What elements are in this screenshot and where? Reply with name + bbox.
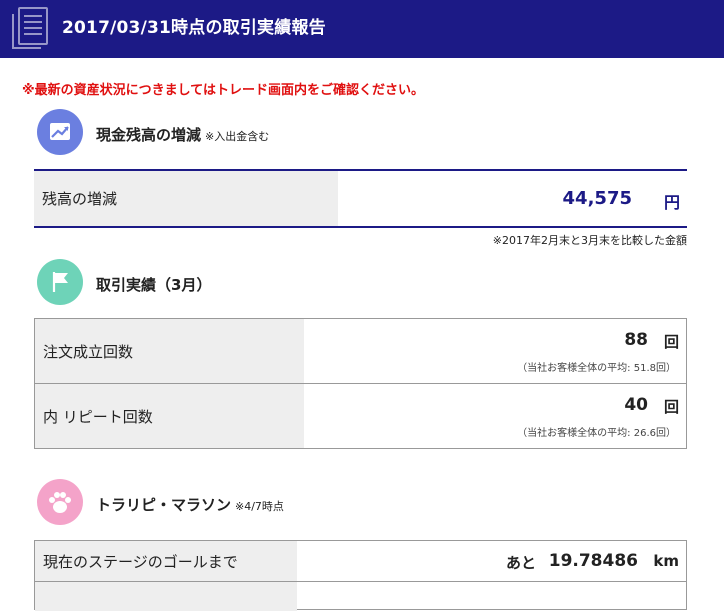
marathon-prefix: あと xyxy=(505,554,536,572)
trades-row-value: 40 xyxy=(624,395,648,415)
cash-table: 残高の増減 44,575 円 xyxy=(34,169,687,228)
cash-section-title: 現金残高の増減 ※入出金含む xyxy=(96,124,269,145)
marathon-row-label: 現在のステージのゴールまで xyxy=(35,541,297,581)
trades-row-value: 88 xyxy=(624,330,648,350)
trades-row-unit: 回 xyxy=(663,398,679,416)
trades-row-label: 注文成立回数 xyxy=(35,319,304,383)
trades-row-label: 内 リピート回数 xyxy=(35,384,304,448)
table-row: 現在のステージのゴールまで あと 19.78486 km xyxy=(35,541,686,582)
cash-title: 現金残高の増減 xyxy=(96,126,202,144)
marathon-title: トラリピ・マラソン xyxy=(96,496,232,514)
report-header: 2017/03/31時点の取引実績報告 xyxy=(0,0,724,58)
notice-text: ※最新の資産状況につきましてはトレード画面内をご確認ください。 xyxy=(22,83,424,98)
cash-note: ※入出金含む xyxy=(205,130,270,143)
cash-footnote: ※2017年2月末と3月末を比較した金額 xyxy=(492,234,687,247)
chart-trend-icon xyxy=(37,109,83,155)
marathon-unit: km xyxy=(653,552,679,570)
page-title: 2017/03/31時点の取引実績報告 xyxy=(62,18,326,38)
marathon-note: ※4/7時点 xyxy=(235,500,284,513)
trades-title: 取引実績（3月） xyxy=(96,276,212,294)
flag-icon xyxy=(37,259,83,305)
marathon-value: 19.78486 xyxy=(548,551,638,571)
marathon-row-label-empty xyxy=(35,582,297,611)
table-row xyxy=(35,582,686,611)
trades-table: 注文成立回数 88 回 （当社お客様全体の平均: 51.8回） 内 リピート回数… xyxy=(34,318,687,449)
trades-row-average: （当社お客様全体の平均: 51.8回） xyxy=(517,363,676,374)
cash-unit: 円 xyxy=(663,193,680,212)
trades-row-average: （当社お客様全体の平均: 26.6回） xyxy=(517,428,676,439)
table-row: 注文成立回数 88 回 （当社お客様全体の平均: 51.8回） xyxy=(35,319,686,384)
document-icon xyxy=(12,7,48,49)
marathon-table: 現在のステージのゴールまで あと 19.78486 km xyxy=(34,540,687,611)
paw-icon xyxy=(37,479,83,525)
trades-row-unit: 回 xyxy=(663,333,679,351)
table-row: 内 リピート回数 40 回 （当社お客様全体の平均: 26.6回） xyxy=(35,384,686,448)
marathon-section-title: トラリピ・マラソン ※4/7時点 xyxy=(96,494,284,515)
cash-value: 44,575 xyxy=(562,188,632,209)
cash-label: 残高の増減 xyxy=(34,171,338,226)
